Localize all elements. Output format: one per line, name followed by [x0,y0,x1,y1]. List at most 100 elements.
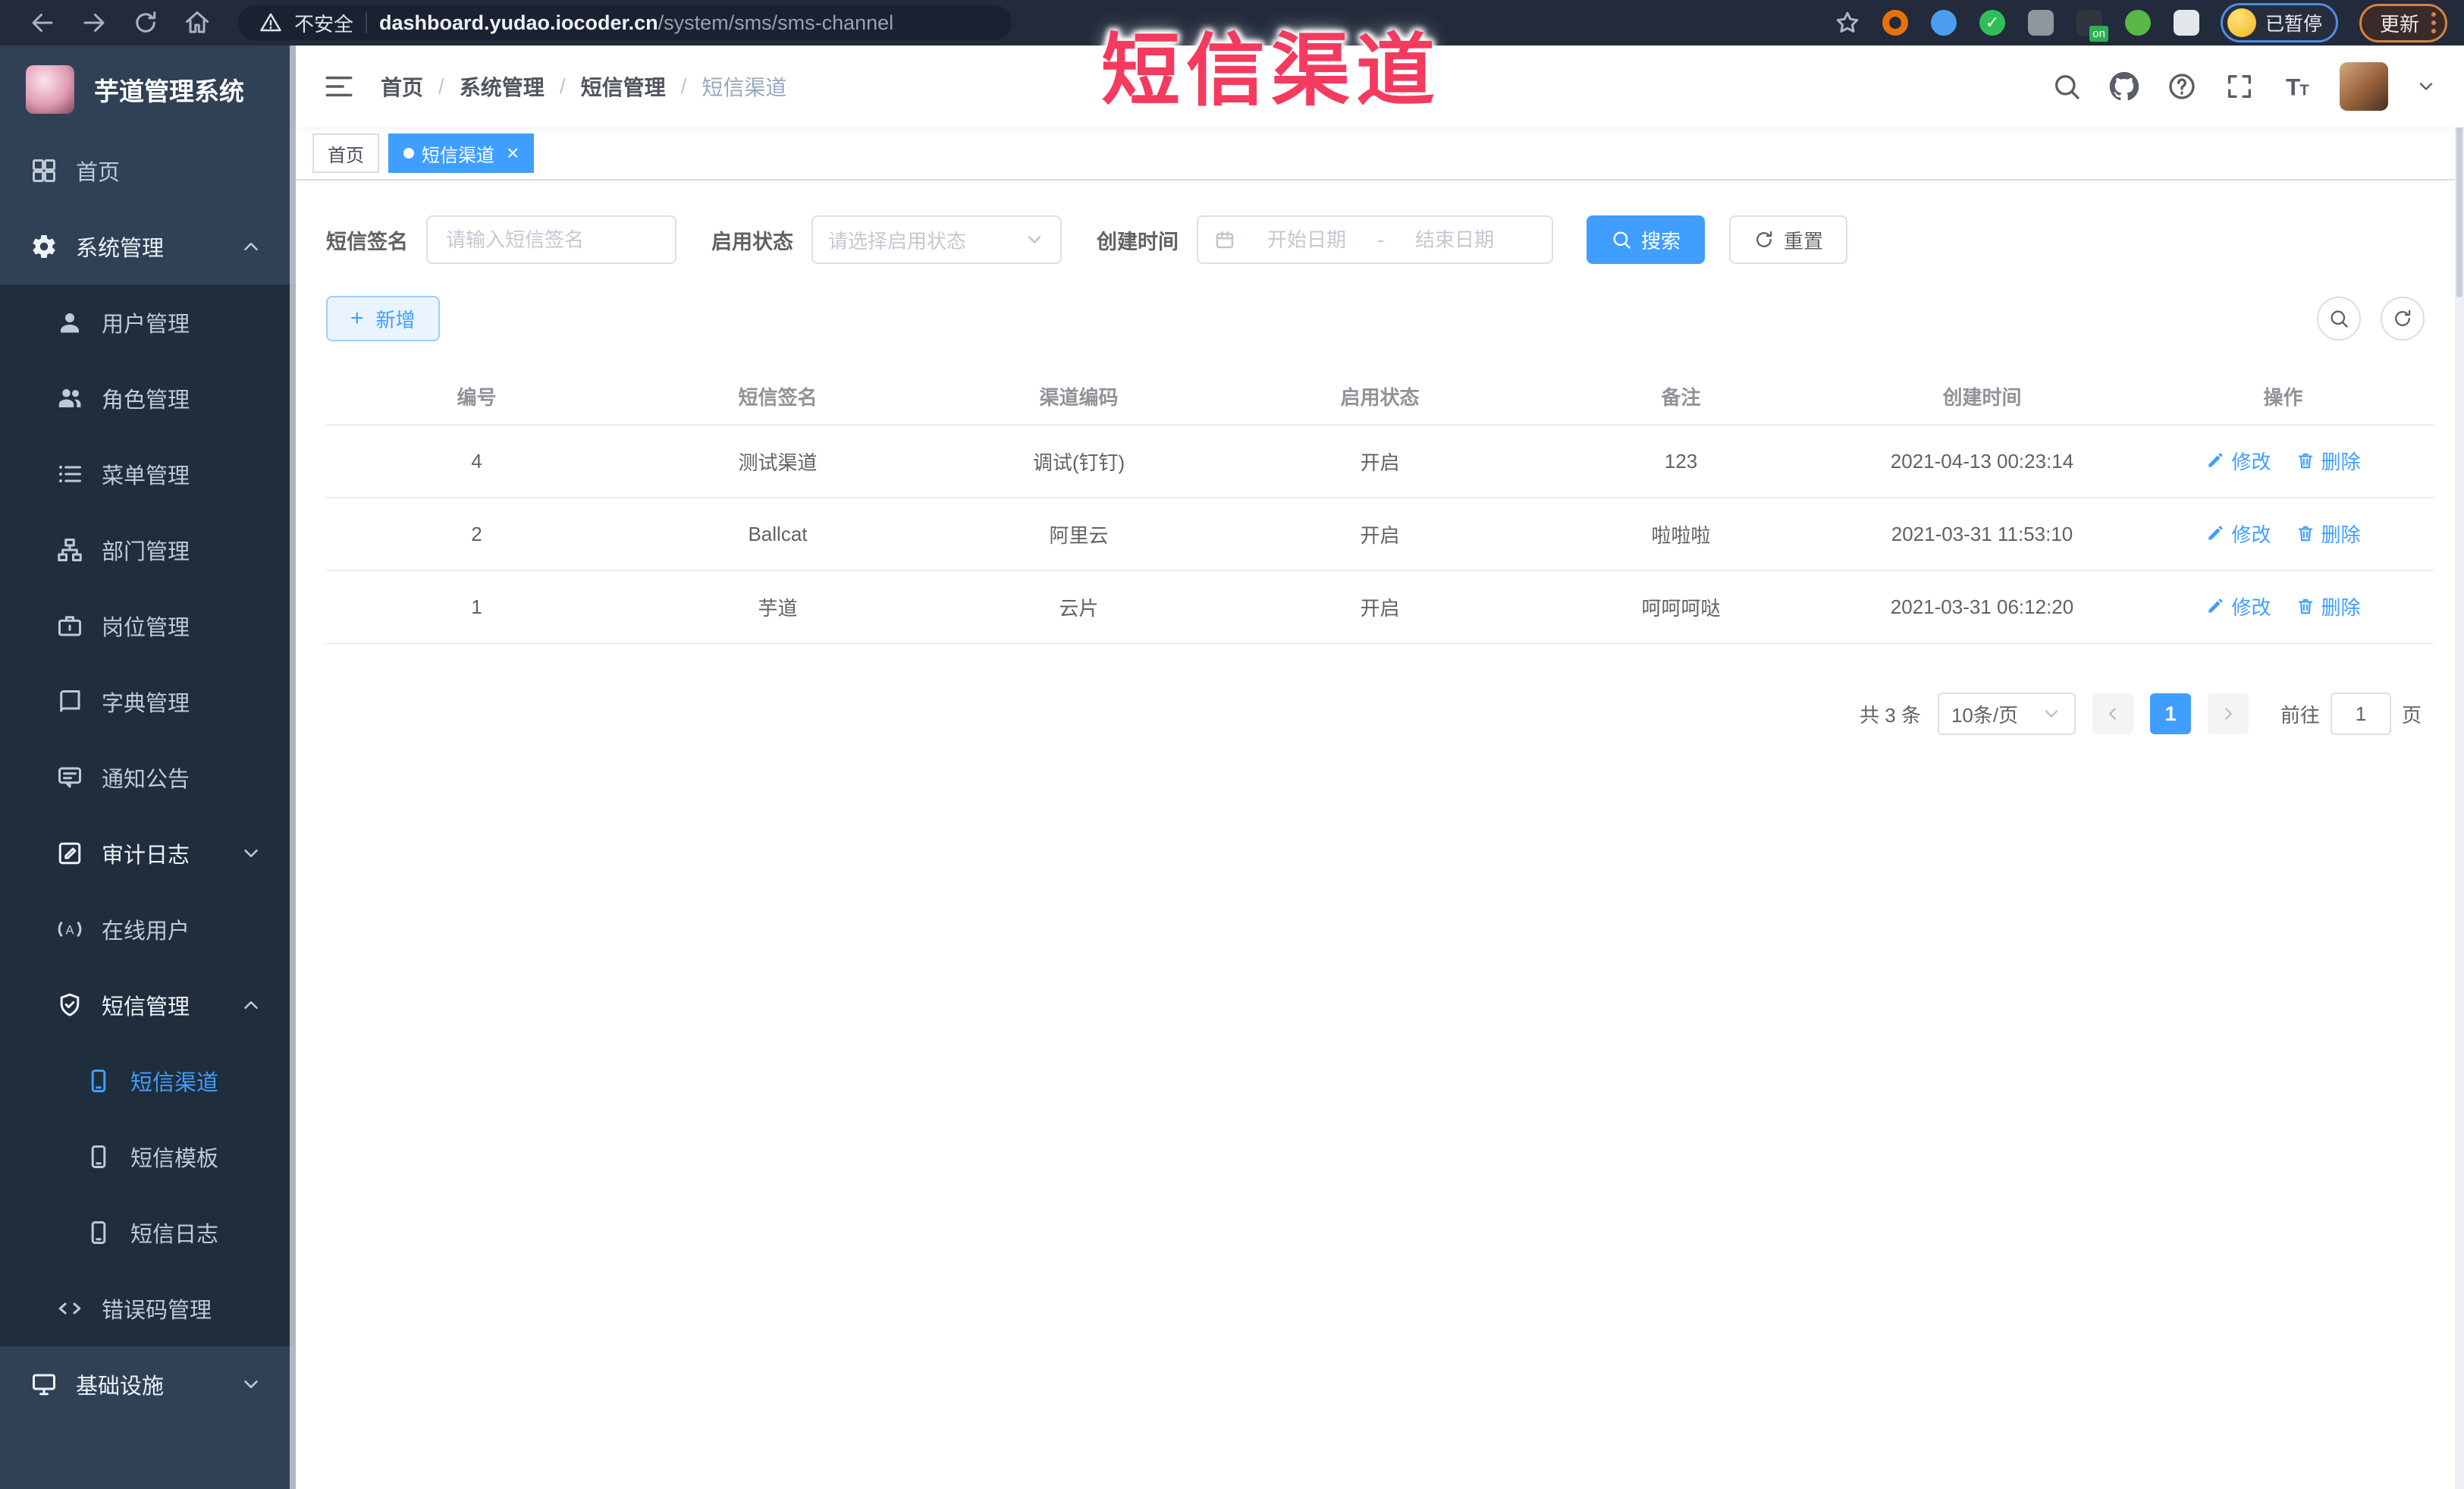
next-page-button[interactable] [2207,693,2249,734]
sidebar-item-dict-management[interactable]: 字典管理 [0,664,296,740]
security-warning-icon[interactable] [259,11,282,34]
update-label: 更新 [2379,12,2419,36]
sidebar-item-system-management[interactable]: 系统管理 [0,209,296,284]
table-row: 4 测试渠道 调试(钉钉) 开启 123 2021-04-13 00:23:14 修改 删除 [326,425,2434,498]
breadcrumb-item[interactable]: 系统管理 [460,71,545,102]
cell-actions: 修改 删除 [2133,425,2434,498]
browser-back-icon[interactable] [29,9,56,36]
sidebar-item-post-management[interactable]: 岗位管理 [0,588,296,664]
menulist-icon [56,460,83,488]
prev-page-button[interactable] [2092,693,2133,734]
chevron-up-icon [240,994,262,1016]
sidebar-item-sms-log[interactable]: 短信日志 [0,1195,296,1271]
emoji-extension-paused-badge[interactable]: 已暂停 [2220,3,2338,42]
edit-link[interactable]: 修改 [2205,447,2271,475]
chevron-down-icon [240,1373,262,1396]
sidebar-item-sms-channel[interactable]: 短信渠道 [0,1043,296,1119]
refresh-table-button[interactable] [2381,297,2425,341]
sidebar-item-notice-announcement[interactable]: 通知公告 [0,740,296,815]
search-icon [2328,308,2349,329]
cell-sign: 芋道 [627,570,928,644]
cell-code: 调试(钉钉) [928,425,1229,498]
date-range-picker[interactable]: - [1197,215,1553,264]
sidebar-item-home[interactable]: 首页 [0,133,296,209]
sidebar-item-error-code-management[interactable]: 错误码管理 [0,1271,296,1346]
reset-button[interactable]: 重置 [1729,215,1848,264]
avatar-caret-icon[interactable] [2415,76,2437,97]
sidebar-item-audit-log[interactable]: 审计日志 [0,815,296,891]
goto-page-input[interactable] [2330,693,2391,735]
browser-reload-icon[interactable] [132,9,159,36]
white-puzzle-extension-icon[interactable] [2173,10,2199,36]
tab-home[interactable]: 首页 [312,134,379,173]
green-sprout-extension-icon[interactable] [2124,10,2151,36]
tab-sms-channel[interactable]: 短信渠道 × [388,134,535,173]
search-icon[interactable] [2051,71,2082,102]
update-button[interactable]: 更新 [2359,3,2447,42]
bookmark-star-icon[interactable] [1834,9,1861,36]
fullscreen-icon[interactable] [2224,71,2255,102]
current-page-button[interactable]: 1 [2149,693,2191,734]
gray-grid-extension-icon[interactable] [2027,10,2054,36]
orange-ring-extension-icon[interactable] [1882,10,1908,36]
browser-menu-icon[interactable] [2431,12,2436,33]
book-icon [56,688,83,715]
help-icon[interactable] [2167,71,2197,102]
table-toolbar: + 新增 [326,296,2434,341]
browser-toolbar: ✓ 已暂停 更新 [1834,3,2447,42]
cell-status: 开启 [1229,498,1530,571]
sidebar-item-online-users[interactable]: A 在线用户 [0,891,296,967]
user-avatar[interactable] [2340,62,2388,111]
toggle-search-button[interactable] [2317,297,2361,341]
edit-link[interactable]: 修改 [2205,520,2271,548]
auditlog-icon [56,840,83,867]
window-scrollbar[interactable] [2455,46,2464,1489]
users-icon [56,385,83,412]
sidebar-item-role-management[interactable]: 角色管理 [0,360,296,436]
status-label: 启用状态 [711,230,793,253]
delete-link[interactable]: 删除 [2296,447,2361,475]
status-select[interactable]: 请选择启用状态 [811,215,1062,264]
breadcrumb-item[interactable]: 首页 [381,71,423,102]
github-icon[interactable] [2109,71,2139,102]
close-tab-icon[interactable]: × [507,143,519,164]
app-title: 芋道管理系统 [94,77,244,105]
chevron-down-icon [240,842,262,865]
browser-forward-icon[interactable] [80,9,108,36]
date-separator: - [1377,228,1384,251]
cell-id: 2 [326,498,627,571]
plus-icon: + [350,306,364,331]
page-size-select[interactable]: 10条/页 [1937,693,2076,735]
cell-created: 2021-04-13 00:23:14 [1832,425,2133,498]
sidebar-item-user-management[interactable]: 用户管理 [0,284,296,360]
sidebar-item-sms-management[interactable]: 短信管理 [0,967,296,1043]
start-date-input[interactable] [1247,228,1367,252]
green-check-extension-icon[interactable]: ✓ [1979,10,2005,36]
address-bar[interactable]: 不安全 dashboard.yudao.iocoder.cn/system/sm… [238,5,1012,40]
font-size-icon[interactable]: TT [2282,71,2312,102]
screen: 不安全 dashboard.yudao.iocoder.cn/system/sm… [0,0,2464,1489]
column-header: 操作 [2133,369,2434,426]
sign-input[interactable] [426,215,676,264]
delete-link[interactable]: 删除 [2296,592,2361,620]
dark-on-badge-extension-icon[interactable] [2076,10,2108,42]
browser-home-icon[interactable] [184,9,211,36]
search-button[interactable]: 搜索 [1587,215,1706,264]
blue-pin-extension-icon[interactable] [1930,10,1957,36]
delete-link[interactable]: 删除 [2296,520,2361,548]
monitor-icon [30,1371,58,1398]
end-date-input[interactable] [1395,228,1514,252]
delete-icon [2296,523,2315,543]
sidebar-item-infrastructure[interactable]: 基础设施 [0,1346,296,1422]
sidebar-item-department-management[interactable]: 部门管理 [0,512,296,588]
sidebar-item-menu-management[interactable]: 菜单管理 [0,436,296,512]
sidebar-scrollbar[interactable] [290,46,296,1489]
breadcrumb-item[interactable]: 短信管理 [581,71,666,102]
sidebar-item-sms-template[interactable]: 短信模板 [0,1119,296,1195]
refresh-icon [1753,229,1775,250]
edit-link[interactable]: 修改 [2205,592,2271,620]
add-button[interactable]: + 新增 [326,296,440,341]
app-logo-row[interactable]: 芋道管理系统 [0,46,296,133]
sidebar-toggle-icon[interactable] [323,71,355,102]
active-tab-dot [403,148,414,159]
